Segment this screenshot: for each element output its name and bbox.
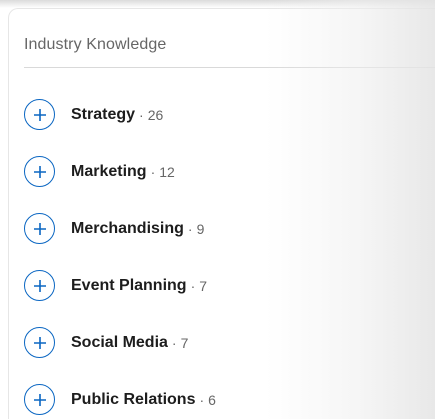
section-title: Industry Knowledge <box>24 36 167 53</box>
skills-list: Strategy · 26 Marketing · 12 Merchandisi… <box>24 86 216 419</box>
skill-name: Public Relations <box>71 390 196 408</box>
skill-name: Strategy <box>71 105 136 123</box>
skill-name: Event Planning <box>71 276 187 294</box>
skill-separator: · <box>190 277 196 294</box>
skill-endorsement-count: 12 <box>159 163 175 180</box>
skill-item-strategy[interactable]: Strategy · 26 <box>24 86 216 143</box>
plus-icon <box>33 222 46 235</box>
add-skill-button[interactable] <box>24 270 55 301</box>
skill-name: Social Media <box>71 333 168 351</box>
skill-separator: · <box>150 163 156 180</box>
skill-item-merchandising[interactable]: Merchandising · 9 <box>24 200 216 257</box>
add-skill-button[interactable] <box>24 213 55 244</box>
add-skill-button[interactable] <box>24 384 55 415</box>
skill-endorsement-count: 9 <box>196 220 205 237</box>
skill-separator: · <box>171 334 177 351</box>
skill-separator: · <box>199 391 205 408</box>
skill-item-event-planning[interactable]: Event Planning · 7 <box>24 257 216 314</box>
plus-icon <box>33 336 46 349</box>
skill-endorsement-count: 26 <box>147 106 164 123</box>
section-divider <box>24 67 435 68</box>
plus-icon <box>33 279 46 292</box>
skill-item-public-relations[interactable]: Public Relations · 6 <box>24 371 216 419</box>
skill-item-social-media[interactable]: Social Media · 7 <box>24 314 216 371</box>
skill-item-marketing[interactable]: Marketing · 12 <box>24 143 216 200</box>
skill-separator: · <box>187 220 193 237</box>
plus-icon <box>33 393 46 406</box>
skill-name: Merchandising <box>71 219 184 237</box>
skill-separator: · <box>139 106 144 123</box>
skill-endorsement-count: 6 <box>208 391 216 408</box>
skill-endorsement-count: 7 <box>180 334 189 351</box>
add-skill-button[interactable] <box>24 327 55 358</box>
skill-name: Marketing <box>71 162 147 180</box>
add-skill-button[interactable] <box>24 156 55 187</box>
skills-panel: Industry Knowledge Strategy · 26 Marketi… <box>0 0 435 419</box>
skill-endorsement-count: 7 <box>199 277 208 294</box>
top-shadow <box>0 0 435 8</box>
add-skill-button[interactable] <box>24 99 55 130</box>
plus-icon <box>33 108 46 121</box>
plus-icon <box>33 165 46 178</box>
